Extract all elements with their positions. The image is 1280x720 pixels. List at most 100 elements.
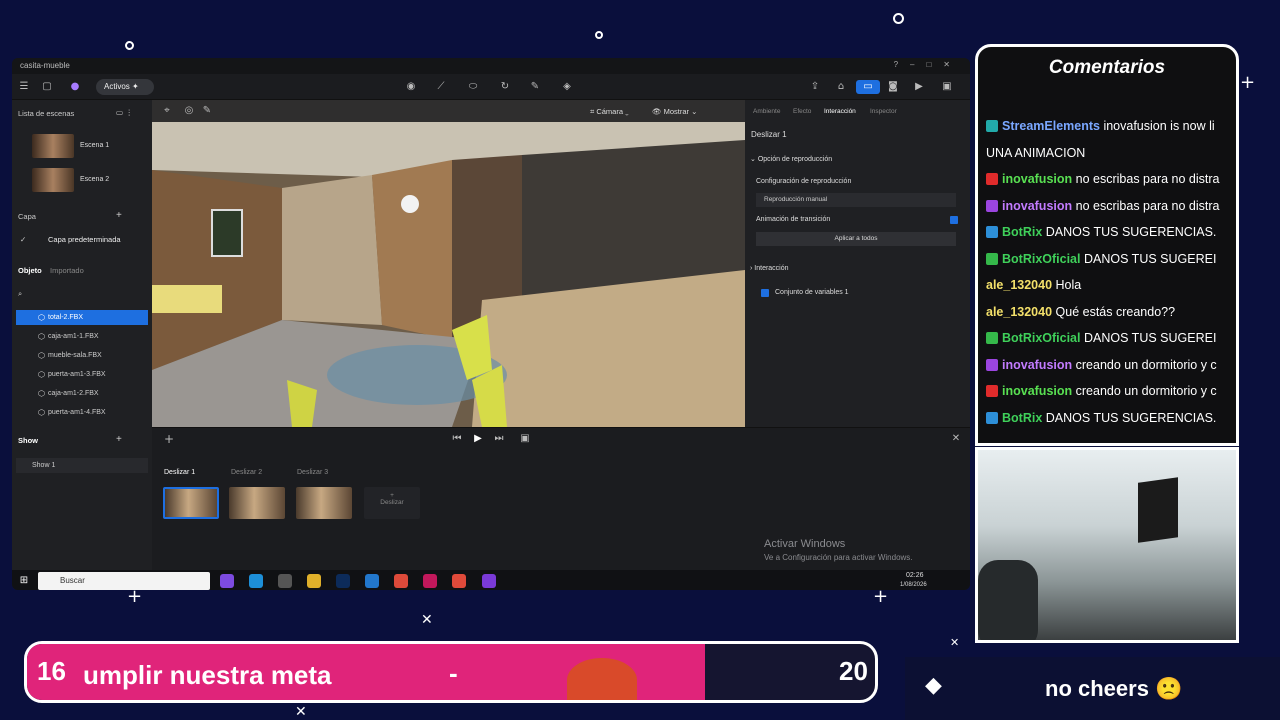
transition-checkbox[interactable]: [950, 216, 958, 224]
add-layer-icon[interactable]: +: [116, 210, 122, 221]
tab-interaccion[interactable]: Interacción: [824, 108, 856, 115]
rotate-icon[interactable]: ↻: [498, 80, 512, 94]
vscode-icon[interactable]: [365, 574, 379, 588]
taskbar-search[interactable]: Buscar: [38, 572, 210, 590]
prev-icon[interactable]: ⏮: [450, 432, 464, 446]
chat-username: BotRixOficial: [1002, 251, 1081, 266]
activos-button[interactable]: Activos ✦: [96, 79, 154, 95]
tab-inspector[interactable]: Inspector: [870, 108, 897, 115]
light-icon[interactable]: ◉: [404, 80, 418, 94]
chat-text: no escribas para no distra: [1075, 172, 1220, 186]
chat-message: inovafusion no escribas para no distra: [986, 172, 1236, 194]
slide-tab[interactable]: Deslizar 2: [231, 469, 262, 476]
fullscreen-icon[interactable]: ▣: [518, 432, 532, 446]
photoshop-icon[interactable]: [336, 574, 350, 588]
leaf-icon[interactable]: ⬭: [466, 80, 480, 94]
chat-message: ale_132040 Hola: [986, 278, 1236, 300]
app-icon[interactable]: [482, 574, 496, 588]
globe-icon[interactable]: ◎: [182, 104, 196, 118]
tab-ambiente[interactable]: Ambiente: [753, 108, 780, 115]
scene-thumbnail: [32, 168, 74, 192]
playback-bar: + ⏮ ▶ ⏭ ▣ ✕: [152, 427, 970, 449]
present-icon[interactable]: ▭: [856, 80, 880, 94]
object-row[interactable]: ⬡ caja-am1-1.FBX: [16, 329, 148, 344]
interaction-section[interactable]: › Interacción: [750, 265, 789, 272]
slide-thumbnail[interactable]: [296, 487, 352, 519]
export-icon[interactable]: ⇪: [808, 80, 822, 94]
image-icon[interactable]: ▣: [940, 80, 954, 94]
play-icon[interactable]: ▶: [471, 432, 485, 446]
camera-icon[interactable]: ◙: [886, 80, 900, 94]
file-icon[interactable]: ▢: [40, 80, 54, 94]
playback-option-section[interactable]: ⌄ Opción de reproducción: [750, 155, 832, 163]
tab-efecto[interactable]: Efecto: [793, 108, 811, 115]
cube-icon: ⬡: [38, 332, 45, 341]
chat-title: Comentarios: [1048, 57, 1166, 78]
3d-viewport[interactable]: [152, 100, 745, 427]
chat-username: inovafusion: [1002, 172, 1073, 186]
next-icon[interactable]: ⏭: [492, 432, 506, 446]
home-icon[interactable]: ⌂: [834, 80, 848, 94]
object-tab[interactable]: Objeto: [18, 266, 42, 275]
chair-shape: [978, 560, 1038, 640]
scene-options-icon[interactable]: ▭ ⋮: [116, 108, 133, 117]
chat-text: no escribas para no distra: [1075, 198, 1220, 213]
goal-start-value: 16: [37, 656, 66, 686]
chat-message: ale_132040 Qué estás creando??: [986, 305, 1236, 327]
app-icon[interactable]: [423, 574, 437, 588]
object-row[interactable]: ⬡ puerta-am1-3.FBX: [16, 367, 148, 382]
badge-icon: [986, 332, 998, 344]
copilot-icon[interactable]: [220, 574, 234, 588]
close-panel-icon[interactable]: ✕: [949, 432, 963, 446]
slide-tab[interactable]: Deslizar 1: [164, 469, 195, 476]
viewport-toolbar: ⌖ ◎ ✎ ⌗ Cámara ⌄ 👁 Mostrar ⌄: [152, 100, 745, 122]
add-show-icon[interactable]: +: [116, 434, 122, 445]
scene-item[interactable]: Escena 2: [32, 168, 142, 194]
diamond-icon: ◆: [925, 673, 942, 698]
sparkle-decoration: ✕: [421, 612, 433, 628]
edge-icon[interactable]: [249, 574, 263, 588]
show-dropdown[interactable]: 👁 Mostrar ⌄: [652, 107, 697, 116]
slide-thumbnail[interactable]: [163, 487, 219, 519]
transform-icon[interactable]: ⌖: [160, 104, 174, 118]
add-slide-button[interactable]: + Deslizar: [364, 487, 420, 519]
imported-tab[interactable]: Importado: [50, 266, 84, 275]
object-row[interactable]: ⬡ puerta-am1-4.FBX: [16, 405, 148, 420]
video-icon[interactable]: ▶: [912, 80, 926, 94]
store-icon[interactable]: [278, 574, 292, 588]
chrome-icon[interactable]: [394, 574, 408, 588]
chat-username: inovafusion: [1002, 357, 1073, 372]
variable-checkbox[interactable]: [761, 289, 769, 297]
search-icon[interactable]: ⌕: [18, 289, 22, 299]
playback-select[interactable]: Reproducción manual: [756, 193, 956, 207]
slide-title: Deslizar 1: [751, 130, 787, 139]
windows-start-icon[interactable]: ⊞: [17, 574, 31, 588]
sparkle-decoration: +: [873, 586, 889, 607]
brush-icon[interactable]: ✎: [528, 80, 542, 94]
pen-icon[interactable]: ✎: [200, 104, 214, 118]
slide-thumbnail[interactable]: [229, 487, 285, 519]
object-row[interactable]: ⬡ total-2.FBX: [16, 310, 148, 325]
chat-message: StreamElements inovafusion is now li: [986, 119, 1236, 141]
add-icon[interactable]: +: [162, 432, 176, 446]
chat-text: UNA ANIMACION: [986, 145, 1086, 160]
scene-item[interactable]: Escena 1: [32, 134, 142, 160]
badge-icon: [986, 252, 998, 265]
menu-icon[interactable]: ☰: [17, 80, 31, 94]
apply-all-button[interactable]: Aplicar a todos: [756, 232, 956, 246]
layer-item[interactable]: Capa predeterminada: [48, 235, 121, 244]
path-icon[interactable]: ⟋: [434, 80, 448, 94]
window-controls[interactable]: ?–□✕: [894, 60, 962, 69]
ai-icon[interactable]: ●: [68, 80, 82, 94]
chrome-icon[interactable]: [452, 574, 466, 588]
camera-dropdown[interactable]: ⌗ Cámara ⌄: [590, 107, 629, 117]
folder-icon[interactable]: [307, 574, 321, 588]
object-row[interactable]: ⬡ mueble-sala.FBX: [16, 348, 148, 363]
show-item[interactable]: Show 1: [16, 458, 148, 473]
badge-icon: [986, 173, 998, 185]
chat-message: inovafusion no escribas para no distra: [986, 198, 1236, 221]
object-row[interactable]: ⬡ caja-am1-2.FBX: [16, 386, 148, 401]
slide-tab[interactable]: Deslizar 3: [297, 469, 328, 476]
layers-icon[interactable]: ◈: [560, 80, 574, 94]
scenes-title: Lista de escenas: [18, 109, 75, 118]
